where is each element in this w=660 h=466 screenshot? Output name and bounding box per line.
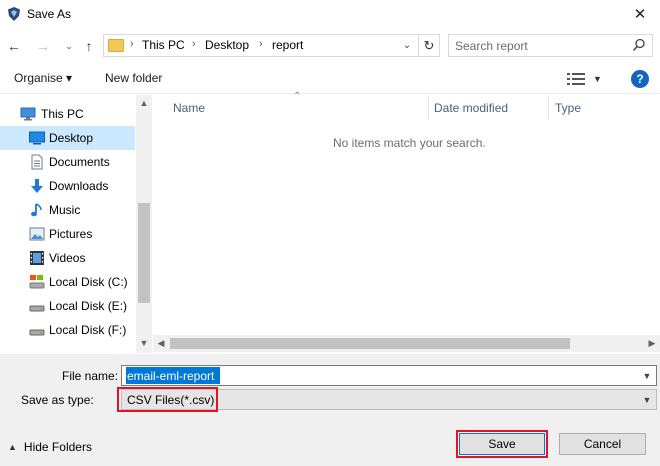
breadcrumb-this-pc[interactable]: This PC	[142, 38, 185, 52]
nav-item-downloads[interactable]: Downloads	[0, 174, 135, 198]
nav-item-videos[interactable]: Videos	[0, 246, 135, 270]
search-input[interactable]	[455, 38, 630, 54]
desktop-icon	[29, 131, 45, 145]
column-header-type[interactable]: Type	[555, 95, 635, 120]
file-list: ⌃ Name Date modified Type No items match…	[153, 91, 660, 353]
forward-button[interactable]: →	[34, 36, 52, 56]
file-name-label: File name:	[62, 369, 119, 383]
column-header-date-modified[interactable]: Date modified	[434, 95, 547, 120]
nav-item-local-disk-c[interactable]: Local Disk (C:)	[0, 270, 135, 294]
scrollbar-thumb[interactable]	[138, 203, 150, 303]
nav-item-music[interactable]: Music	[0, 198, 135, 222]
folder-icon	[108, 39, 124, 52]
address-dropdown-button[interactable]: ⌄	[399, 37, 415, 54]
close-icon: ✕	[633, 6, 647, 23]
close-button[interactable]: ✕	[626, 2, 654, 26]
back-arrow-icon: ←	[7, 38, 21, 54]
column-header-label: Name	[173, 100, 206, 115]
hide-folders-button[interactable]: ▲ Hide Folders	[8, 440, 92, 454]
up-button[interactable]: ↑	[80, 36, 98, 56]
help-icon: ?	[636, 72, 644, 86]
address-bar[interactable]: › This PC › Desktop › report ⌄ ↻	[103, 34, 440, 57]
title-bar: Save As ✕	[0, 0, 660, 30]
nav-item-label: Music	[49, 203, 81, 217]
nav-pane-scrollbar[interactable]: ▲ ▼	[136, 95, 152, 353]
organise-button[interactable]: Organise ▾	[14, 71, 72, 85]
nav-item-label: Downloads	[49, 179, 109, 193]
help-button[interactable]: ?	[631, 70, 649, 88]
scrollbar-thumb[interactable]	[170, 338, 570, 349]
hide-folders-label: Hide Folders	[23, 440, 92, 454]
chevron-down-icon: ⌄	[65, 40, 73, 51]
chevron-up-icon: ▲	[8, 442, 17, 452]
save-type-highlight-box	[117, 387, 218, 412]
nav-item-label: This PC	[41, 107, 84, 121]
column-header-label: Type	[555, 100, 582, 115]
computer-icon	[20, 107, 36, 121]
save-button[interactable]: Save	[456, 430, 548, 458]
save-options-panel: File name: ▼ Save as type: CSV Files(*.c…	[0, 354, 660, 466]
nav-item-label: Pictures	[49, 227, 93, 241]
refresh-icon: ↻	[423, 37, 435, 53]
drive-icon	[29, 329, 45, 336]
local-disk-c-icon	[29, 275, 45, 289]
nav-item-label: Local Disk (C:)	[49, 275, 128, 289]
scroll-down-icon[interactable]: ▼	[136, 335, 152, 351]
view-details-icon	[567, 73, 585, 85]
breadcrumb-separator[interactable]: ›	[130, 38, 134, 50]
chevron-down-icon: ▼	[593, 74, 602, 84]
chevron-down-icon: ⌄	[402, 40, 412, 51]
save-as-type-label: Save as type:	[21, 393, 94, 407]
column-divider[interactable]	[428, 95, 429, 120]
empty-folder-message: No items match your search.	[333, 136, 486, 150]
breadcrumb-report[interactable]: report	[272, 38, 303, 52]
chevron-down-icon[interactable]: ▼	[640, 392, 654, 407]
cancel-button[interactable]: Cancel	[559, 433, 646, 455]
column-header-label: Date modified	[434, 100, 509, 115]
pictures-icon	[29, 227, 45, 241]
up-arrow-icon: ↑	[85, 38, 93, 54]
file-name-input[interactable]	[126, 367, 220, 384]
recent-locations-button[interactable]: ⌄	[60, 36, 78, 56]
scroll-up-icon[interactable]: ▲	[136, 95, 152, 111]
scroll-right-icon[interactable]: ▶	[644, 335, 660, 352]
change-view-button[interactable]: ▼	[567, 70, 607, 88]
documents-icon	[31, 154, 43, 170]
back-button[interactable]: ←	[5, 36, 23, 56]
nav-item-documents[interactable]: Documents	[0, 150, 135, 174]
file-name-combobox[interactable]: ▼	[121, 365, 657, 386]
breadcrumb-separator[interactable]: ›	[259, 38, 263, 50]
refresh-button[interactable]: ↻	[418, 35, 439, 56]
forward-arrow-icon: →	[36, 38, 50, 54]
nav-item-desktop[interactable]: Desktop	[0, 126, 135, 150]
nav-item-label: Desktop	[49, 131, 94, 145]
window-title: Save As	[27, 7, 72, 21]
scroll-left-icon[interactable]: ◀	[153, 335, 169, 352]
nav-item-this-pc[interactable]: This PC	[0, 102, 135, 126]
downloads-icon	[31, 179, 43, 193]
nav-item-local-disk-e[interactable]: Local Disk (E:)	[0, 294, 135, 318]
nav-item-label: Videos	[49, 251, 86, 265]
search-box[interactable]	[448, 34, 653, 57]
videos-icon	[30, 251, 44, 265]
horizontal-scrollbar[interactable]: ◀ ▶	[153, 335, 660, 352]
nav-item-label: Local Disk (F:)	[49, 323, 127, 337]
breadcrumb-desktop[interactable]: Desktop	[205, 38, 249, 52]
nav-item-label: Documents	[49, 155, 110, 169]
chevron-down-icon[interactable]: ▼	[640, 368, 654, 383]
navigation-pane: This PC Desktop Documents Downloads Musi…	[0, 95, 152, 353]
breadcrumb-separator[interactable]: ›	[192, 38, 196, 50]
nav-item-pictures[interactable]: Pictures	[0, 222, 135, 246]
nav-item-label: Local Disk (E:)	[49, 299, 128, 313]
new-folder-button[interactable]: New folder	[105, 71, 162, 85]
drive-icon	[29, 305, 45, 312]
search-icon[interactable]	[632, 38, 646, 52]
command-toolbar: Organise ▾ New folder ▼ ?	[0, 64, 660, 94]
column-header-name[interactable]: Name	[173, 95, 428, 120]
music-icon	[31, 203, 42, 217]
app-shield-icon	[8, 7, 20, 21]
nav-item-local-disk-f[interactable]: Local Disk (F:)	[0, 318, 135, 342]
column-divider[interactable]	[548, 95, 549, 120]
